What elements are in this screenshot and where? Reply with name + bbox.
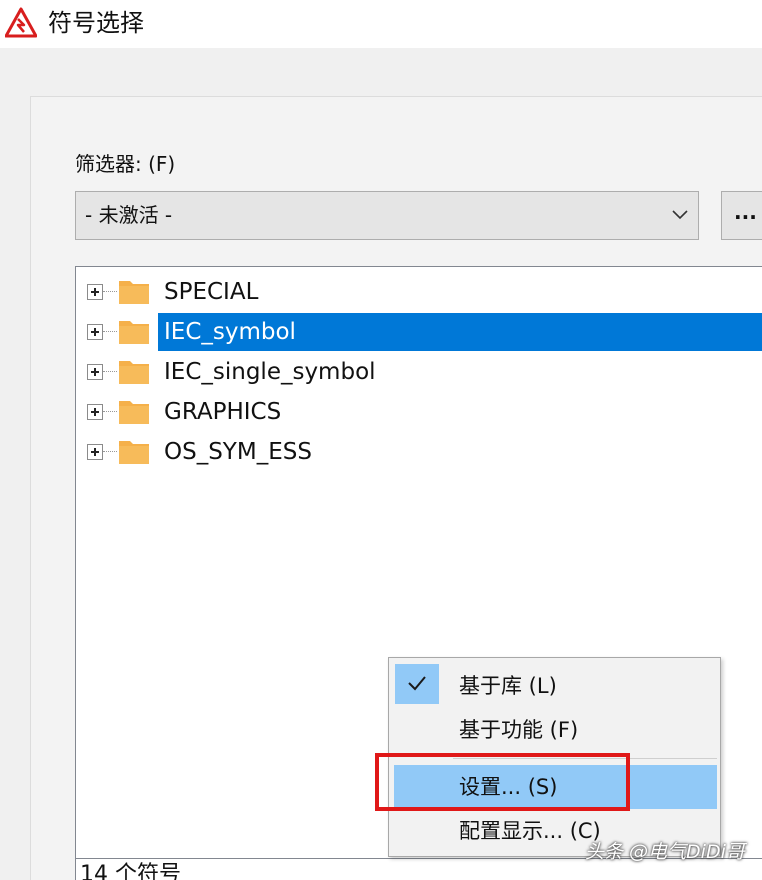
folder-icon xyxy=(119,361,149,384)
folder-icon xyxy=(119,401,149,424)
filter-label: 筛选器: (F) xyxy=(75,152,176,176)
tree-item-label: OS_SYM_ESS xyxy=(164,439,312,465)
folder-icon xyxy=(119,441,149,464)
folder-icon xyxy=(119,321,149,344)
menu-item-label: 基于功能 (F) xyxy=(459,718,579,742)
expand-plus-icon[interactable] xyxy=(87,324,103,340)
menu-item-by-library[interactable]: 基于库 (L) xyxy=(389,664,720,708)
tree-item-graphics[interactable]: GRAPHICS xyxy=(76,389,762,429)
tree-item-iec-single-symbol[interactable]: IEC_single_symbol xyxy=(76,349,762,389)
tree-item-os-sym-ess[interactable]: OS_SYM_ESS xyxy=(76,429,762,469)
folder-icon xyxy=(119,281,149,304)
expand-plus-icon[interactable] xyxy=(87,284,103,300)
menu-item-label: 基于库 (L) xyxy=(459,674,557,698)
filter-dropdown[interactable]: - 未激活 - xyxy=(75,191,699,240)
chevron-down-icon xyxy=(672,210,688,220)
tree-item-label: GRAPHICS xyxy=(164,399,282,425)
watermark: 头条 @电气DiDi哥 xyxy=(585,841,745,863)
app-logo-icon xyxy=(5,7,37,38)
expand-plus-icon[interactable] xyxy=(87,444,103,460)
filter-dropdown-value: - 未激活 - xyxy=(85,203,173,227)
expand-plus-icon[interactable] xyxy=(87,364,103,380)
menu-item-label: 配置显示... (C) xyxy=(459,819,601,843)
tree-item-label: IEC_single_symbol xyxy=(164,359,376,385)
check-indicator xyxy=(395,664,439,704)
expand-plus-icon[interactable] xyxy=(87,404,103,420)
tree-item-label: IEC_symbol xyxy=(158,313,762,351)
symbol-count: 14 个符号 xyxy=(80,862,181,880)
annotation-highlight-box xyxy=(375,753,630,811)
window-title: 符号选择 xyxy=(48,9,144,37)
tree-item-label: SPECIAL xyxy=(164,279,259,305)
menu-item-by-function[interactable]: 基于功能 (F) xyxy=(389,708,720,752)
title-bar: 符号选择 xyxy=(0,0,762,48)
tree-item-iec-symbol[interactable]: IEC_symbol xyxy=(76,309,762,351)
tree-item-special[interactable]: SPECIAL xyxy=(76,269,762,309)
checkmark-icon xyxy=(408,676,426,691)
filter-more-button[interactable]: ... xyxy=(721,191,762,240)
